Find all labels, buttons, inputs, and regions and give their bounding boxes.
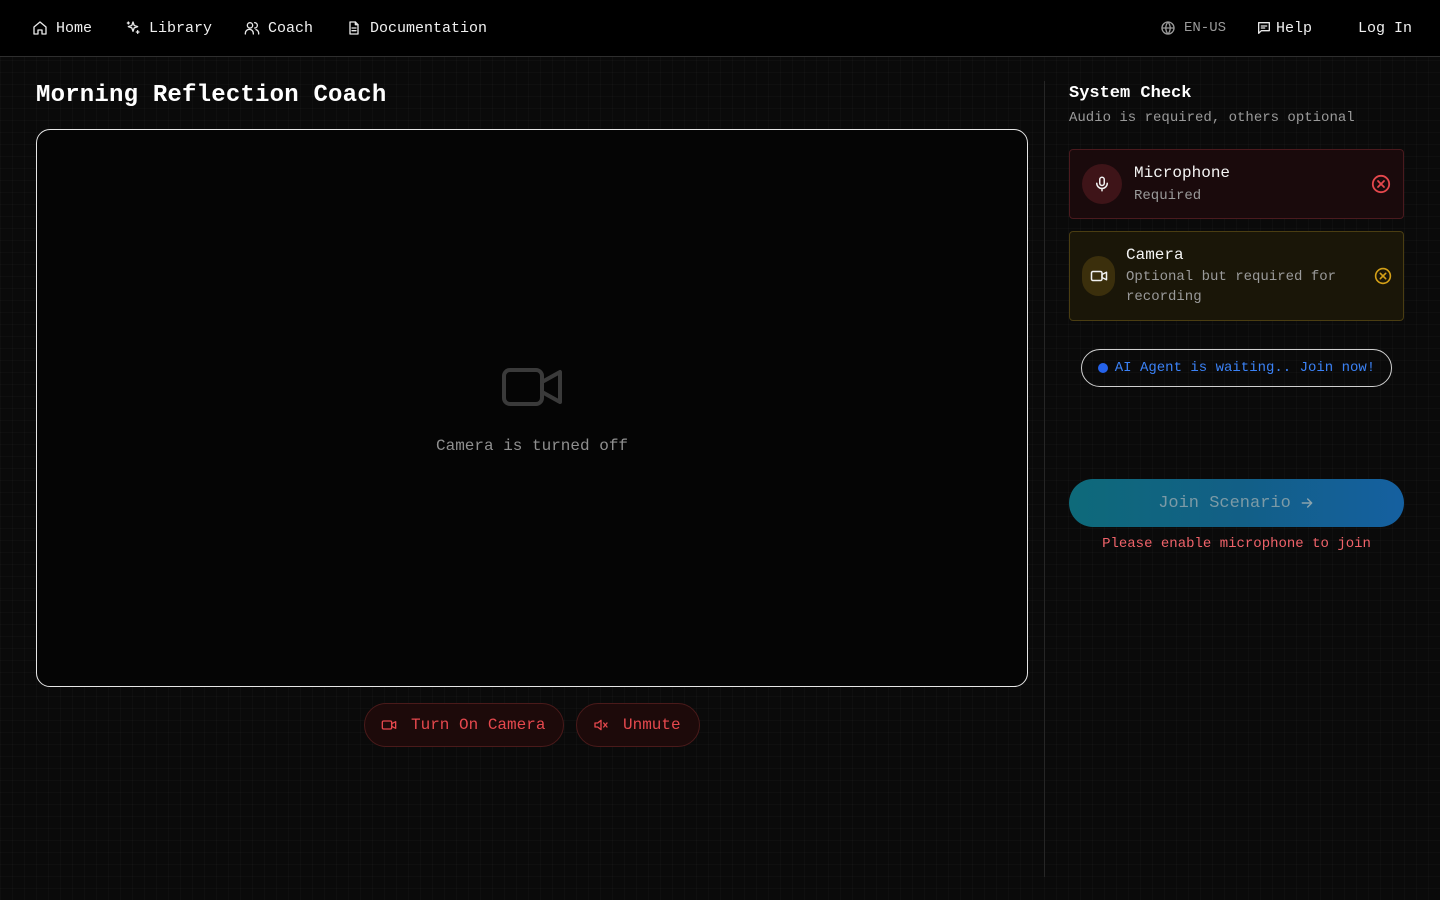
globe-icon [1160, 20, 1176, 36]
status-dot [1097, 363, 1108, 373]
microphone-title: Microphone [1134, 164, 1231, 182]
camera-off-message: Camera is turned off [435, 437, 629, 455]
document-icon [346, 20, 362, 36]
nav-library-label: Library [149, 19, 213, 37]
language-selector[interactable]: EN-US [1160, 17, 1226, 39]
mute-icon [593, 717, 609, 733]
nav-help[interactable]: Help [1256, 17, 1312, 39]
message-icon [1256, 20, 1272, 36]
video-camera-icon [500, 364, 564, 410]
panel-divider [1044, 81, 1045, 877]
microphone-icon [1082, 164, 1122, 204]
join-scenario-label: Join Scenario [1158, 493, 1291, 513]
sparkle-icon [125, 20, 141, 36]
top-nav-bar: Home Library Coach Documentation EN-US H… [0, 0, 1440, 57]
agent-status-pill[interactable]: AI Agent is waiting.. Join now! [1081, 349, 1392, 387]
unmute-button[interactable]: Unmute [576, 703, 700, 747]
camera-title: Camera [1126, 246, 1184, 264]
nav-home[interactable]: Home [32, 17, 92, 39]
users-icon [244, 20, 260, 36]
nav-documentation-label: Documentation [370, 19, 488, 37]
nav-coach[interactable]: Coach [244, 17, 313, 39]
system-check-title: System Check [1069, 84, 1192, 103]
nav-library[interactable]: Library [125, 17, 212, 39]
x-circle-icon [1371, 174, 1391, 194]
nav-home-label: Home [56, 19, 93, 37]
microphone-desc: Required [1134, 188, 1202, 204]
turn-on-camera-label: Turn On Camera [411, 716, 546, 734]
language-label: EN-US [1184, 20, 1227, 36]
turn-on-camera-button[interactable]: Turn On Camera [364, 703, 564, 747]
join-warning: Please enable microphone to join [1102, 536, 1371, 552]
video-camera-icon [1082, 256, 1115, 296]
nav-help-label: Help [1276, 19, 1313, 37]
agent-status-text: AI Agent is waiting.. Join now! [1114, 360, 1376, 376]
camera-desc: Optional but required for recording [1126, 269, 1337, 305]
arrow-right-icon [1299, 495, 1315, 511]
nav-documentation[interactable]: Documentation [346, 17, 487, 39]
login-label: Log In [1358, 19, 1413, 37]
microphone-check-card[interactable]: Microphone Required [1069, 149, 1404, 219]
page-title: Morning Reflection Coach [36, 82, 387, 109]
camera-check-card[interactable]: Camera Optional but required for recordi… [1069, 231, 1404, 321]
nav-coach-label: Coach [268, 19, 314, 37]
video-camera-icon [381, 717, 397, 733]
login-button[interactable]: Log In [1358, 17, 1412, 39]
system-check-subtitle: Audio is required, others optional [1069, 110, 1355, 126]
home-icon [32, 20, 48, 36]
x-circle-icon [1374, 267, 1392, 285]
unmute-label: Unmute [623, 716, 681, 734]
join-scenario-button[interactable]: Join Scenario [1069, 479, 1404, 527]
